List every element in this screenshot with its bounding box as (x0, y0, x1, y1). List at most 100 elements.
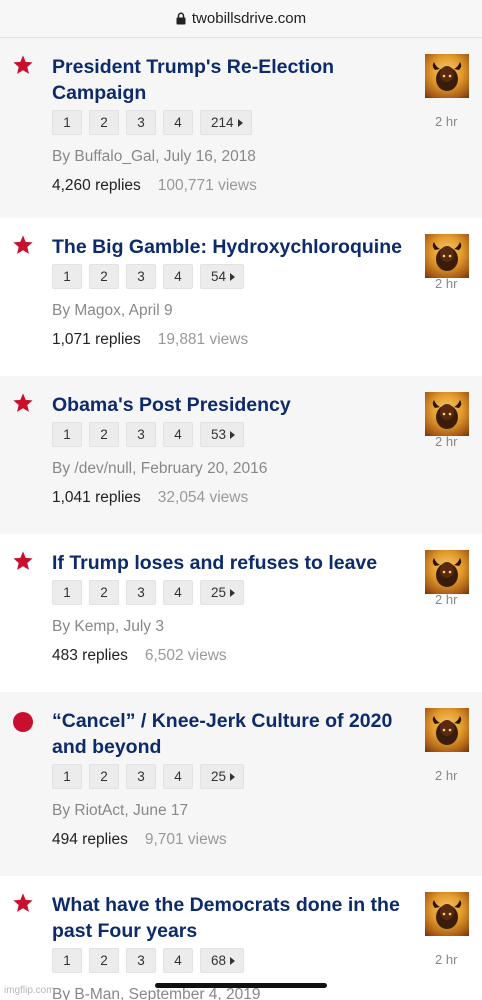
last-page-number: 54 (211, 269, 227, 284)
page-link[interactable]: 1 (52, 948, 82, 973)
last-page-link[interactable]: 25 (200, 580, 245, 605)
page-link[interactable]: 3 (126, 948, 156, 973)
reply-count: 4,260 replies (52, 177, 141, 194)
caret-right-icon (230, 772, 236, 781)
last-page-link[interactable]: 68 (200, 948, 245, 973)
last-page-link[interactable]: 25 (200, 764, 245, 789)
reply-count: 1,071 replies (52, 331, 141, 348)
page-link[interactable]: 3 (126, 580, 156, 605)
lock-icon (176, 12, 186, 25)
page-link[interactable]: 2 (89, 948, 119, 973)
topic-byline[interactable]: By Magox, April 9 (52, 302, 173, 320)
pagination: 1 2 3 4 214 (52, 110, 252, 135)
last-poster-avatar[interactable] (425, 234, 469, 278)
view-count: 6,502 views (144, 647, 227, 664)
topic-byline[interactable]: By RiotAct, June 17 (52, 802, 188, 820)
last-poster-avatar[interactable] (425, 892, 469, 936)
watermark: imgflip.com (4, 985, 55, 996)
topic-row[interactable]: If Trump loses and refuses to leave 1234… (0, 534, 482, 692)
caret-right-icon (230, 272, 236, 281)
topic-title-link[interactable]: “Cancel” / Knee-Jerk Culture of 2020 and… (52, 708, 410, 760)
last-post-time[interactable]: 2 hr (435, 592, 457, 607)
view-count: 9,701 views (144, 831, 227, 848)
topic-title-link[interactable]: Obama's Post Presidency (52, 392, 410, 418)
star-icon (12, 892, 34, 914)
page-link[interactable]: 1 (52, 580, 82, 605)
view-count: 19,881 views (157, 331, 249, 348)
last-post-time[interactable]: 2 hr (435, 276, 457, 291)
reply-count: 483 replies (52, 647, 128, 664)
last-post-time[interactable]: 2 hr (435, 114, 457, 129)
pagination: 1 2 3 4 25 (52, 764, 245, 789)
pagination: 1 2 3 4 68 (52, 948, 245, 973)
last-page-link[interactable]: 214 (200, 110, 252, 135)
page-link[interactable]: 3 (126, 264, 156, 289)
topic-row[interactable]: The Big Gamble: Hydroxychloroquine 1234 5… (0, 218, 482, 376)
topic-stats: 4,260 replies 100,771 views (52, 177, 257, 195)
last-poster-avatar[interactable] (425, 708, 469, 752)
last-page-number: 214 (211, 115, 234, 130)
last-post-time[interactable]: 2 hr (435, 952, 457, 967)
view-count: 100,771 views (157, 177, 257, 194)
page-link[interactable]: 1 (52, 764, 82, 789)
topic-title-link[interactable]: President Trump's Re-Election Campaign (52, 54, 410, 106)
last-page-number: 68 (211, 953, 227, 968)
caret-right-icon (237, 118, 243, 127)
page-link[interactable]: 1 (52, 264, 82, 289)
last-post-time[interactable]: 2 hr (435, 768, 457, 783)
topic-row[interactable]: President Trump's Re-Election Campaign 1… (0, 38, 482, 218)
topic-title-link[interactable]: If Trump loses and refuses to leave (52, 550, 410, 576)
caret-right-icon (230, 430, 236, 439)
star-icon (12, 392, 34, 414)
topic-byline[interactable]: By B-Man, September 4, 2019 (52, 986, 261, 1000)
reply-count: 494 replies (52, 831, 128, 848)
url-text: twobillsdrive.com (191, 10, 307, 27)
reply-count: 1,041 replies (52, 489, 141, 506)
page-link[interactable]: 1 (52, 422, 82, 447)
page-link[interactable]: 2 (89, 264, 119, 289)
last-poster-avatar[interactable] (425, 54, 469, 98)
page-link[interactable]: 2 (89, 422, 119, 447)
topic-stats: 1,071 replies 19,881 views (52, 331, 248, 349)
caret-right-icon (230, 588, 236, 597)
last-post-time[interactable]: 2 hr (435, 434, 457, 449)
last-poster-avatar[interactable] (425, 550, 469, 594)
unread-dot-icon (13, 712, 33, 732)
address-bar[interactable]: twobillsdrive.com (0, 0, 482, 38)
topic-byline[interactable]: By Buffalo_Gal, July 16, 2018 (52, 148, 256, 166)
pagination: 1 2 3 4 25 (52, 580, 245, 605)
topic-title-link[interactable]: The Big Gamble: Hydroxychloroquine (52, 234, 410, 260)
last-page-link[interactable]: 53 (200, 422, 245, 447)
page-link[interactable]: 4 (163, 948, 193, 973)
last-page-link[interactable]: 54 (200, 264, 245, 289)
topic-row[interactable]: Obama's Post Presidency 1 2 3 4 53 By /dev/n… (0, 376, 482, 534)
star-icon (12, 54, 34, 76)
page-link[interactable]: 1 (52, 110, 82, 135)
star-icon (12, 234, 34, 256)
page-link[interactable]: 4 (163, 110, 193, 135)
page-link[interactable]: 4 (163, 264, 193, 289)
page-link[interactable]: 2 (89, 764, 119, 789)
page-link[interactable]: 2 (89, 110, 119, 135)
home-indicator (155, 983, 327, 988)
page-link[interactable]: 4 (163, 422, 193, 447)
last-page-number: 53 (211, 427, 227, 442)
last-page-number: 25 (211, 769, 227, 784)
page-link[interactable]: 3 (126, 422, 156, 447)
star-icon (12, 550, 34, 572)
pagination: 1 2 3 4 54 (52, 264, 245, 289)
last-page-number: 25 (211, 585, 227, 600)
page-link[interactable]: 4 (163, 764, 193, 789)
page-link[interactable]: 2 (89, 580, 119, 605)
topic-byline[interactable]: By Kemp, July 3 (52, 618, 164, 636)
view-count: 32,054 views (157, 489, 249, 506)
topic-row[interactable]: What have the Democrats done in the past… (0, 876, 482, 1000)
topic-title-link[interactable]: What have the Democrats done in the past… (52, 892, 410, 944)
topic-row[interactable]: “Cancel” / Knee-Jerk Culture of 2020 and… (0, 692, 482, 876)
page-link[interactable]: 3 (126, 764, 156, 789)
page-link[interactable]: 4 (163, 580, 193, 605)
topic-byline[interactable]: By /dev/null, February 20, 2016 (52, 460, 267, 478)
page-link[interactable]: 3 (126, 110, 156, 135)
last-poster-avatar[interactable] (425, 392, 469, 436)
topic-stats: 494 replies 9,701 views (52, 831, 227, 849)
